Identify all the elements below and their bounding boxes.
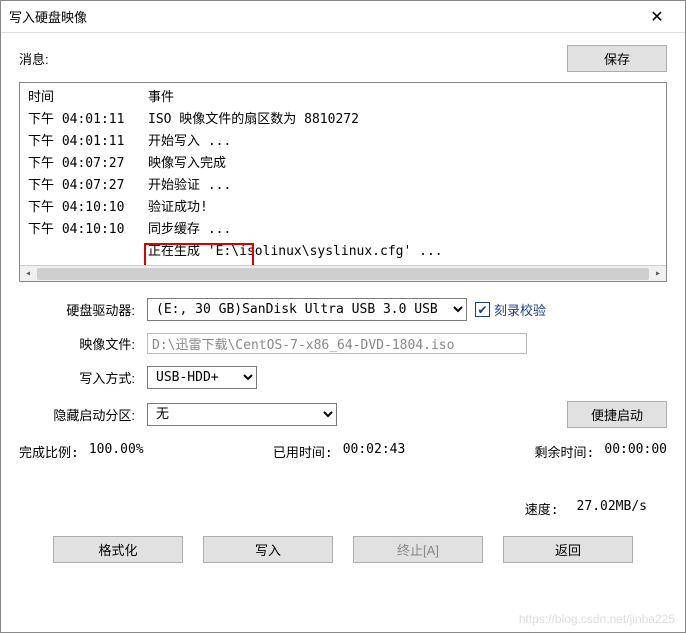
row-write-method: 写入方式: USB-HDD+	[19, 366, 667, 389]
log-event: 验证成功!	[148, 197, 658, 219]
log-event: 正在生成 'E:\isolinux\syslinux.cfg' ...	[148, 241, 658, 263]
log-row: 下午 04:07:27开始验证 ...	[28, 175, 658, 197]
label-elapsed: 已用时间:	[273, 442, 333, 461]
log-time: 下午 04:10:10	[28, 197, 148, 219]
log-event: 开始写入 ...	[148, 131, 658, 153]
hidden-boot-select[interactable]: 无	[147, 403, 337, 426]
message-label: 消息:	[19, 49, 567, 68]
value-elapsed: 00:02:43	[343, 442, 406, 461]
scroll-left-icon[interactable]: ◂	[20, 267, 36, 281]
format-button[interactable]: 格式化	[53, 536, 183, 563]
label-speed: 速度:	[525, 499, 559, 518]
window-title: 写入硬盘映像	[9, 7, 637, 26]
scroll-track[interactable]	[37, 268, 649, 280]
log-time	[28, 241, 148, 263]
dialog-window: 写入硬盘映像 ✕ 消息: 保存 时间 事件 下午 04:01:11ISO 映像文…	[0, 0, 686, 633]
watermark-text: https://blog.csdn.net/jinba225	[519, 612, 675, 626]
check-icon: ✔	[475, 302, 490, 317]
content-area: 消息: 保存 时间 事件 下午 04:01:11ISO 映像文件的扇区数为 88…	[1, 33, 685, 632]
log-time: 下午 04:01:11	[28, 109, 148, 131]
value-remaining: 00:00:00	[604, 442, 667, 461]
log-header: 时间 事件	[28, 87, 658, 109]
log-event: ISO 映像文件的扇区数为 8810272	[148, 109, 658, 131]
log-row: 正在生成 'E:\isolinux\syslinux.cfg' ...	[28, 241, 658, 263]
write-button[interactable]: 写入	[203, 536, 333, 563]
log-event: 映像写入完成	[148, 153, 658, 175]
titlebar: 写入硬盘映像 ✕	[1, 1, 685, 33]
label-write-method: 写入方式:	[19, 368, 139, 387]
col-header-event: 事件	[148, 87, 658, 109]
log-event: 同步缓存 ...	[148, 219, 658, 241]
log-event: 开始验证 ...	[148, 175, 658, 197]
log-box[interactable]: 时间 事件 下午 04:01:11ISO 映像文件的扇区数为 8810272下午…	[19, 82, 667, 282]
label-hidden-boot: 隐藏启动分区:	[19, 405, 139, 424]
log-row: 下午 04:01:11开始写入 ...	[28, 131, 658, 153]
log-time: 下午 04:07:27	[28, 153, 148, 175]
scroll-right-icon[interactable]: ▸	[650, 267, 666, 281]
log-row: 下午 04:07:27映像写入完成	[28, 153, 658, 175]
label-remaining: 剩余时间:	[535, 442, 595, 461]
drive-select[interactable]: (E:, 30 GB)SanDisk Ultra USB 3.0 USB De	[147, 298, 467, 321]
log-time: 下午 04:01:11	[28, 131, 148, 153]
row-hidden-boot: 隐藏启动分区: 无 便捷启动	[19, 401, 667, 428]
write-method-select[interactable]: USB-HDD+	[147, 366, 257, 389]
verify-checkbox[interactable]: ✔ 刻录校验	[475, 300, 546, 319]
log-time: 下午 04:10:10	[28, 219, 148, 241]
save-button[interactable]: 保存	[567, 45, 667, 72]
abort-button[interactable]: 终止[A]	[353, 536, 483, 563]
message-row: 消息: 保存	[19, 45, 667, 72]
verify-label: 刻录校验	[494, 300, 546, 319]
row-image-file: 映像文件:	[19, 333, 667, 354]
value-progress: 100.00%	[89, 442, 144, 461]
log-row: 下午 04:10:10同步缓存 ...	[28, 219, 658, 241]
row-drive: 硬盘驱动器: (E:, 30 GB)SanDisk Ultra USB 3.0 …	[19, 298, 667, 321]
col-header-time: 时间	[28, 87, 148, 109]
scrollbar-horizontal[interactable]: ◂ ▸	[20, 265, 666, 281]
image-file-field[interactable]	[147, 333, 527, 354]
form-area: 硬盘驱动器: (E:, 30 GB)SanDisk Ultra USB 3.0 …	[19, 292, 667, 432]
close-icon[interactable]: ✕	[637, 7, 677, 27]
log-time: 下午 04:07:27	[28, 175, 148, 197]
value-speed: 27.02MB/s	[577, 499, 647, 518]
stats-row: 完成比例: 100.00% 已用时间: 00:02:43 剩余时间: 00:00…	[19, 442, 667, 461]
log-row: 下午 04:10:10验证成功!	[28, 197, 658, 219]
speed-row: 速度: 27.02MB/s	[19, 499, 667, 518]
back-button[interactable]: 返回	[503, 536, 633, 563]
button-row: 格式化 写入 终止[A] 返回	[19, 528, 667, 567]
label-image-file: 映像文件:	[19, 334, 139, 353]
log-row: 下午 04:01:11ISO 映像文件的扇区数为 8810272	[28, 109, 658, 131]
label-progress: 完成比例:	[19, 442, 79, 461]
label-drive: 硬盘驱动器:	[19, 300, 139, 319]
convenient-boot-button[interactable]: 便捷启动	[567, 401, 667, 428]
